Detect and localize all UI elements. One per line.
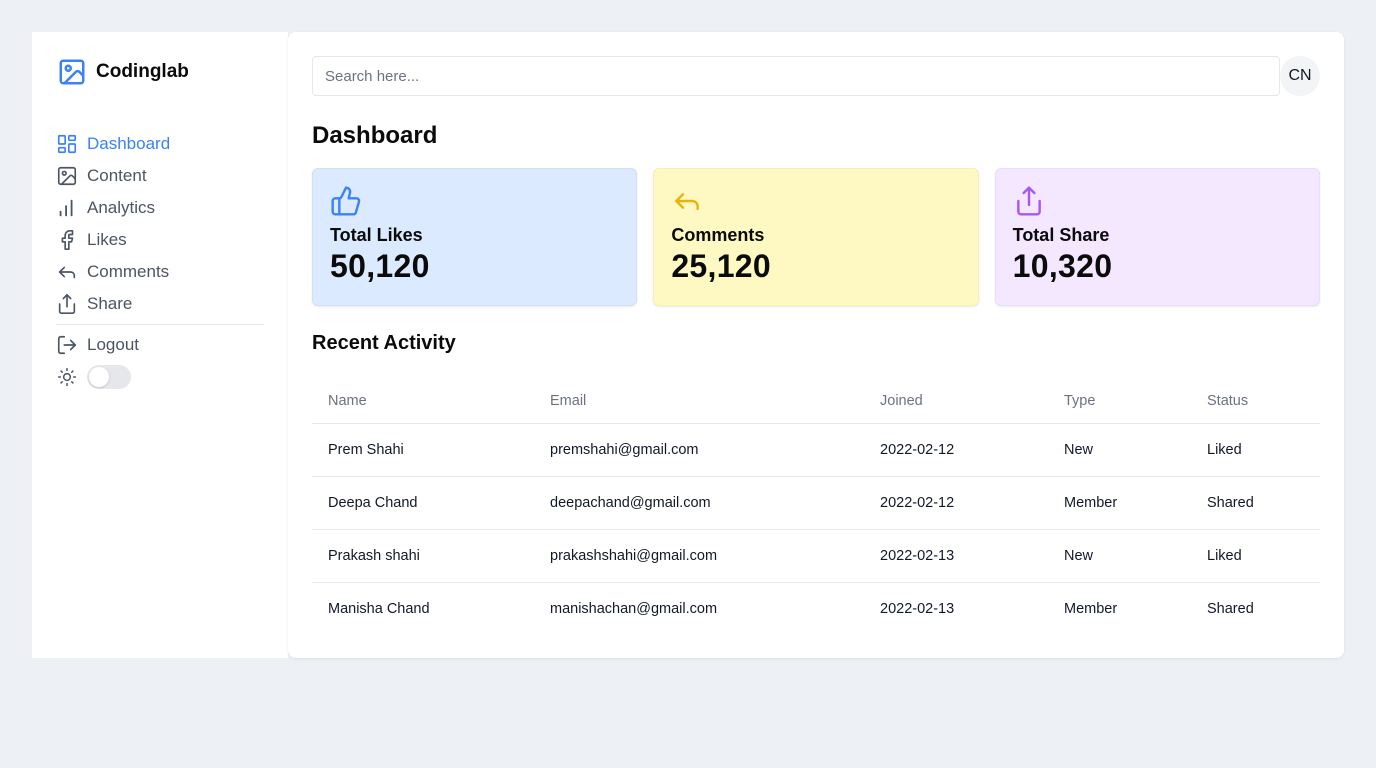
cell-name: Deepa Chand (312, 476, 534, 530)
main-panel: CN Dashboard Total Likes 50,120 C (288, 32, 1344, 658)
stat-card-share: Total Share 10,320 (994, 168, 1320, 306)
column-header-email[interactable]: Email (534, 379, 864, 424)
sidebar-nav: Dashboard Content Analytics Likes Commen… (56, 128, 264, 361)
facebook-icon (56, 229, 78, 251)
sidebar-item-label: Comments (87, 262, 170, 281)
stat-cards: Total Likes 50,120 Comments 25,120 Total… (312, 168, 1320, 306)
sidebar-item-analytics[interactable]: Analytics (56, 192, 264, 224)
sidebar: Codinglab Dashboard Content Analytics Li… (32, 32, 288, 658)
table-header-row: Name Email Joined Type Status (312, 379, 1320, 424)
sidebar-item-dashboard[interactable]: Dashboard (56, 128, 264, 160)
cell-joined: 2022-02-13 (880, 600, 955, 617)
share-icon (56, 293, 78, 315)
stat-value: 50,120 (330, 248, 430, 284)
column-header-status[interactable]: Status (1191, 379, 1320, 424)
cell-email: prakashshahi@gmail.com (534, 529, 864, 583)
cell-type: New (1048, 529, 1191, 583)
brand[interactable]: Codinglab (57, 56, 264, 88)
logout-label: Logout (87, 335, 139, 354)
bar-chart-icon (56, 197, 78, 219)
table-row[interactable]: Prem Shahi premshahi@gmail.com 2022-02-1… (312, 423, 1320, 477)
reply-icon (671, 185, 703, 217)
dashboard-icon (56, 133, 78, 155)
logout-icon (56, 334, 78, 356)
page-title: Dashboard (312, 122, 438, 149)
cell-name: Prem Shahi (312, 423, 534, 477)
stat-card-comments: Comments 25,120 (653, 168, 979, 306)
topbar: CN (312, 56, 1320, 96)
table-row[interactable]: Manisha Chand manishachan@gmail.com 2022… (312, 582, 1320, 635)
cell-email: deepachand@gmail.com (534, 476, 864, 530)
sidebar-item-content[interactable]: Content (56, 160, 264, 192)
sidebar-item-likes[interactable]: Likes (56, 224, 264, 256)
reply-icon (56, 261, 78, 283)
sidebar-item-label: Share (87, 294, 133, 313)
cell-name: Prakash shahi (312, 529, 534, 583)
sidebar-item-label: Analytics (87, 198, 156, 217)
cell-type: New (1048, 423, 1191, 477)
cell-email: premshahi@gmail.com (534, 423, 864, 477)
theme-row (56, 361, 264, 393)
cell-status: Shared (1191, 476, 1320, 530)
app: Codinglab Dashboard Content Analytics Li… (32, 32, 1344, 658)
search-input[interactable] (312, 56, 1280, 96)
column-header-name[interactable]: Name (312, 379, 534, 424)
stat-value: 10,320 (1012, 248, 1113, 284)
brand-name: Codinglab (96, 61, 189, 82)
cell-type: Member (1064, 600, 1118, 617)
toggle-knob (89, 367, 109, 387)
column-header-type[interactable]: Type (1048, 379, 1191, 424)
sidebar-item-label: Content (87, 166, 147, 185)
image-icon (59, 59, 85, 85)
column-header-joined[interactable]: Joined (864, 379, 1048, 424)
recent-activity-title: Recent Activity (312, 332, 456, 354)
logout-button[interactable]: Logout (56, 329, 264, 361)
stat-label: Comments (671, 225, 765, 245)
sidebar-item-comments[interactable]: Comments (56, 256, 264, 288)
sidebar-divider (56, 324, 264, 325)
avatar[interactable]: CN (1280, 56, 1320, 96)
table-row[interactable]: Deepa Chand deepachand@gmail.com 2022-02… (312, 476, 1320, 530)
stat-value: 25,120 (671, 248, 772, 284)
cell-name: Manisha Chand (328, 600, 430, 617)
cell-joined: 2022-02-13 (864, 529, 1048, 583)
cell-type: Member (1048, 476, 1191, 530)
sidebar-item-label: Dashboard (87, 134, 171, 153)
theme-toggle[interactable] (87, 365, 131, 389)
stat-label: Total Likes (330, 225, 423, 245)
cell-email: manishachan@gmail.com (550, 600, 718, 617)
activity-table: Name Email Joined Type Status Prem Shahi… (312, 379, 1320, 635)
image-icon (56, 165, 78, 187)
thumbs-up-icon (330, 185, 362, 217)
cell-status: Liked (1191, 423, 1320, 477)
cell-status: Liked (1191, 529, 1320, 583)
stat-card-likes: Total Likes 50,120 (312, 168, 638, 306)
cell-joined: 2022-02-12 (864, 423, 1048, 477)
stat-label: Total Share (1012, 225, 1110, 245)
table-row[interactable]: Prakash shahi prakashshahi@gmail.com 202… (312, 529, 1320, 583)
sidebar-item-share[interactable]: Share (56, 288, 264, 320)
sun-icon (56, 366, 78, 388)
cell-joined: 2022-02-12 (864, 476, 1048, 530)
cell-status: Shared (1207, 600, 1254, 617)
share-icon (1013, 185, 1045, 217)
sidebar-item-label: Likes (87, 230, 127, 249)
